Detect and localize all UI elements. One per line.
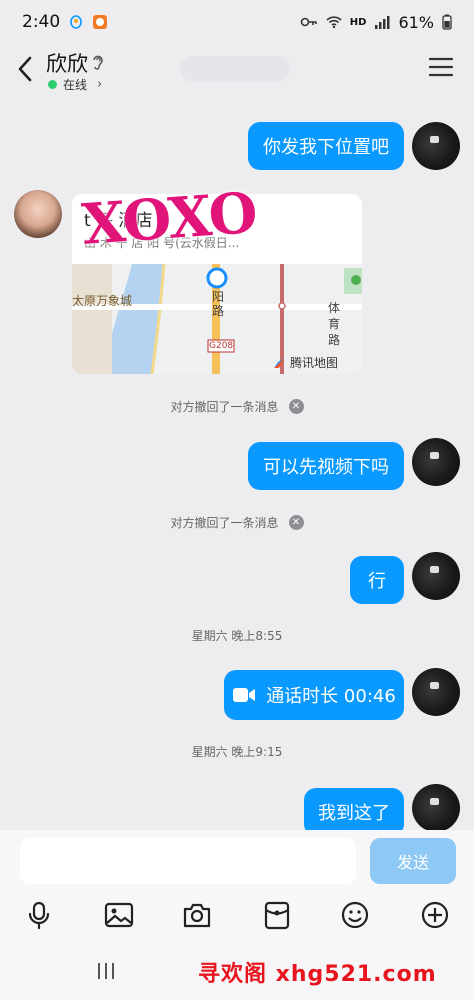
map-label-road: 阳 路 [212, 290, 225, 318]
network-type: HD [349, 16, 367, 28]
my-avatar[interactable] [412, 552, 460, 600]
call-record-bubble[interactable]: 通话时长 00:46 [224, 670, 404, 720]
timestamp: 星期六 晚上8:55 [191, 629, 283, 643]
close-icon[interactable]: ✕ [288, 515, 304, 530]
map-preview: 太原万象城 阳 路 体 育 路 G208 腾讯地图 [72, 263, 362, 374]
my-avatar[interactable] [412, 122, 460, 170]
status-bar: 2:40 HD 61% [0, 0, 474, 44]
qq-notification-icon [70, 15, 82, 29]
message-bubble[interactable]: 我到这了 [304, 788, 404, 836]
my-avatar[interactable] [412, 438, 460, 486]
contact-avatar[interactable] [14, 190, 62, 238]
menu-icon[interactable] [428, 56, 454, 78]
message-input[interactable] [20, 838, 356, 884]
my-avatar[interactable] [412, 784, 460, 832]
chevron-right-icon: › [97, 77, 103, 92]
red-packet-icon[interactable] [262, 900, 292, 930]
input-area: 发送 [0, 830, 474, 894]
chat-header: 欣欣 在线 › [0, 44, 474, 100]
blurred-banner [180, 56, 290, 82]
map-label-mall: 太原万象城 [72, 294, 133, 308]
site-watermark: 寻欢阁 xhg521.com [198, 962, 437, 987]
status-time: 2:40 [22, 12, 61, 32]
ear-icon[interactable] [90, 52, 106, 72]
message-bubble[interactable]: 你发我下位置吧 [248, 122, 404, 170]
send-button[interactable]: 发送 [370, 838, 456, 884]
online-dot [48, 80, 57, 89]
timestamp: 星期六 晚上9:15 [191, 745, 283, 759]
online-label: 在线 [63, 78, 88, 92]
recall-notice: 对方撤回了一条消息 ✕ [0, 514, 474, 531]
recall-notice: 对方撤回了一条消息 ✕ [0, 398, 474, 415]
app-notification-icon [93, 15, 108, 29]
contact-name[interactable]: 欣欣 [46, 48, 88, 78]
wifi-icon [326, 16, 342, 29]
recent-apps-icon[interactable] [96, 962, 116, 980]
input-toolbar [0, 894, 474, 936]
recall-notice-text: 对方撤回了一条消息 [170, 400, 279, 414]
back-icon[interactable] [12, 52, 42, 86]
map-label-road2: 体 育 路 [328, 301, 341, 347]
battery-icon [442, 14, 452, 30]
image-icon[interactable] [104, 900, 134, 930]
video-call-icon [233, 688, 256, 702]
emoji-icon[interactable] [340, 900, 370, 930]
map-brand: 腾讯地图 [272, 354, 338, 371]
tencent-map-icon [274, 357, 284, 368]
mic-icon[interactable] [24, 900, 54, 930]
message-bubble[interactable]: 可以先视频下吗 [248, 442, 404, 490]
battery-percent: 61% [398, 12, 434, 32]
xoxo-sticker: XOXO [79, 180, 258, 258]
call-duration: 通话时长 00:46 [266, 686, 396, 707]
recall-notice-text: 对方撤回了一条消息 [170, 516, 279, 530]
key-icon [300, 17, 317, 27]
map-label-highway: G208 [209, 341, 234, 351]
plus-icon[interactable] [420, 900, 450, 930]
my-avatar[interactable] [412, 668, 460, 716]
camera-icon[interactable] [182, 900, 212, 930]
message-bubble[interactable]: 行 [350, 556, 404, 604]
online-status[interactable]: 在线 › [48, 76, 102, 93]
map-brand-label: 腾讯地图 [290, 356, 339, 370]
close-icon[interactable]: ✕ [288, 399, 304, 414]
signal-icon [375, 16, 390, 29]
